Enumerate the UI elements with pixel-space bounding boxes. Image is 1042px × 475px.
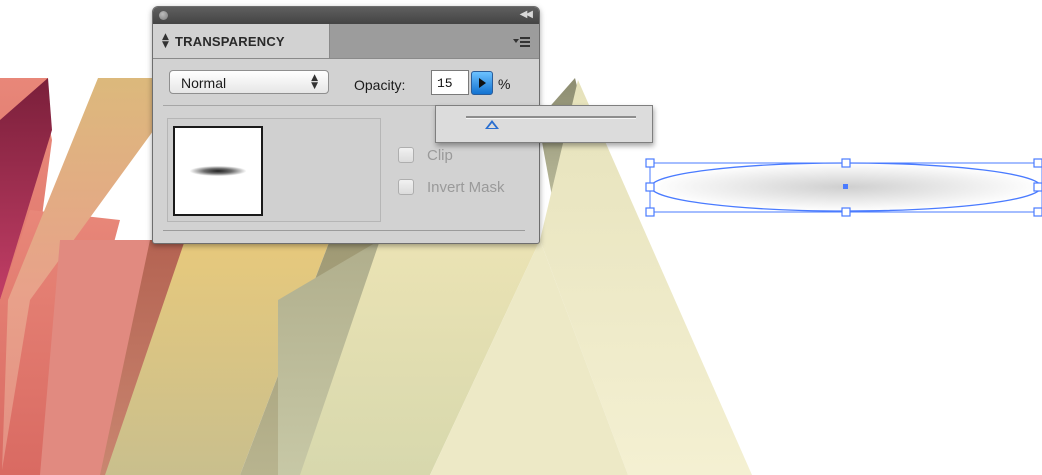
transparency-panel: ◀◀ ▲ ▼ TRANSPARENCY Normal ▲ ▼ Opacity: 15…	[152, 6, 653, 244]
opacity-slider-track[interactable]	[466, 116, 636, 119]
up-down-arrows-icon[interactable]: ▲ ▼	[162, 33, 169, 50]
opacity-popup-button[interactable]	[471, 71, 493, 95]
opacity-label: Opacity:	[354, 77, 406, 93]
slider-thumb-icon[interactable]	[484, 120, 499, 129]
panel-menu-icon[interactable]	[513, 36, 531, 48]
panel-tab-strip: ▲ ▼ TRANSPARENCY	[153, 24, 539, 59]
selection-handle[interactable]	[841, 207, 851, 217]
selection-handle[interactable]	[1033, 182, 1042, 192]
selection-handle[interactable]	[645, 158, 655, 168]
selection-handle[interactable]	[841, 158, 851, 168]
play-triangle-icon	[479, 78, 486, 88]
selection-handle[interactable]	[1033, 207, 1042, 217]
invert-mask-checkbox[interactable]	[398, 179, 414, 195]
blend-mode-select[interactable]: Normal ▲ ▼	[169, 70, 329, 94]
panel-titlebar[interactable]: ◀◀	[153, 7, 539, 24]
object-thumbnail[interactable]	[173, 126, 263, 216]
center-point	[843, 184, 848, 189]
tab-transparency[interactable]: ▲ ▼ TRANSPARENCY	[153, 24, 330, 58]
thumbnail-preview	[190, 166, 246, 176]
invert-mask-label: Invert Mask	[427, 179, 505, 196]
clip-label: Clip	[427, 147, 453, 164]
thumbnail-area	[167, 118, 381, 222]
selected-ellipse[interactable]	[645, 158, 1042, 217]
clip-checkbox[interactable]	[398, 147, 414, 163]
divider	[163, 230, 525, 231]
selection-handle[interactable]	[1033, 158, 1042, 168]
selection-handle[interactable]	[645, 182, 655, 192]
opacity-slider-popup	[435, 105, 653, 143]
close-icon[interactable]	[159, 11, 168, 20]
tab-label: TRANSPARENCY	[175, 34, 285, 49]
opacity-input[interactable]: 15	[431, 70, 469, 95]
blend-mode-value: Normal	[181, 75, 227, 91]
collapse-double-arrow-icon[interactable]: ◀◀	[520, 9, 533, 20]
selection-handle[interactable]	[645, 207, 655, 217]
up-down-arrows-icon: ▲ ▼	[311, 73, 318, 91]
opacity-unit: %	[498, 76, 511, 92]
